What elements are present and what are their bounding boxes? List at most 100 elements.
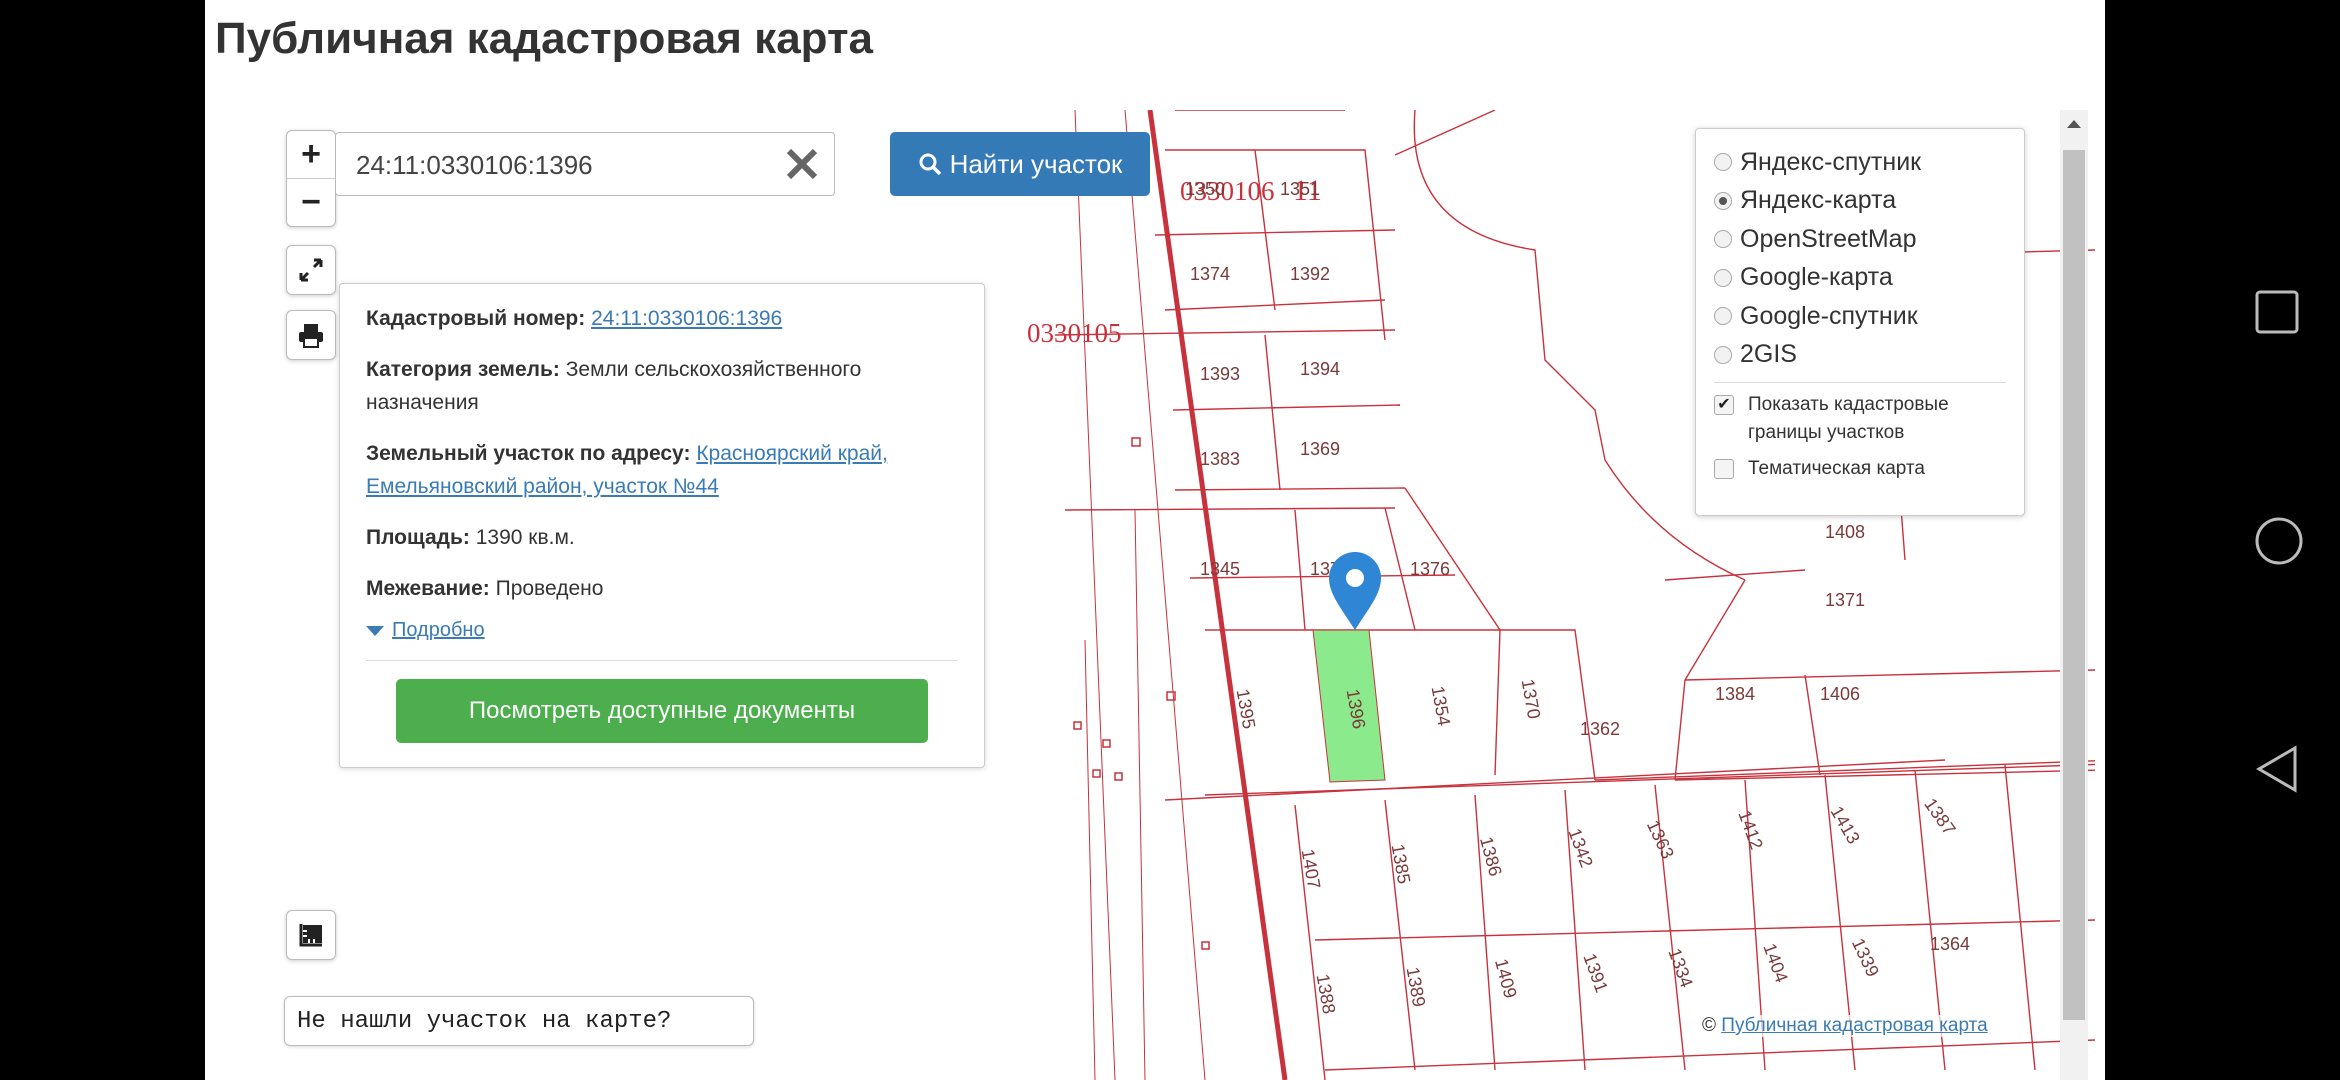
page-content: Публичная кадастровая карта 0330106 11 0…: [205, 0, 2105, 1080]
parcel-label: 1407: [1298, 848, 1325, 891]
zoom-out-button[interactable]: −: [287, 178, 335, 226]
parcel-label: 1363: [1643, 817, 1678, 862]
parcel-not-found-link[interactable]: Не нашли участок на карте?: [284, 996, 754, 1046]
home-icon[interactable]: [2255, 517, 2303, 565]
thematic-map-label: Тематическая карта: [1748, 458, 1925, 479]
basemap-list: Яндекс-спутник Яндекс-карта OpenStreetMap G…: [1714, 143, 2006, 374]
parcel-info-panel: Кадастровый номер: 24:11:0330106:1396 Ка…: [339, 283, 985, 768]
parcel-label: 1394: [1300, 359, 1340, 379]
parcel-label: 1350: [1185, 179, 1225, 199]
parcel-label: 1371: [1825, 590, 1865, 610]
parcel-label: 1389: [1403, 966, 1430, 1009]
parcel-label: 1393: [1200, 364, 1240, 384]
basemap-option-label: Google-спутник: [1740, 301, 1918, 330]
parcel-label: 1369: [1300, 439, 1340, 459]
scrollbar-thumb[interactable]: [2063, 150, 2085, 1020]
view-documents-button[interactable]: Посмотреть доступные документы: [396, 679, 928, 743]
radio-button[interactable]: [1714, 153, 1732, 172]
basemap-option[interactable]: Google-спутник: [1714, 297, 2006, 336]
basemap-option-label: Яндекс-карта: [1740, 186, 1897, 215]
show-borders-checkbox[interactable]: ✔: [1714, 395, 1734, 415]
recent-apps-icon[interactable]: [2255, 290, 2299, 334]
parcel-label: 1385: [1388, 843, 1415, 886]
show-borders-label: Показать кадастровые границы участков: [1748, 394, 1949, 443]
address-row: Земельный участок по адресу: Красноярски…: [366, 437, 958, 503]
details-toggle[interactable]: Подробно: [366, 619, 958, 642]
cadastral-number-row: Кадастровый номер: 24:11:0330106:1396: [366, 302, 958, 335]
radio-button[interactable]: [1714, 345, 1732, 364]
parcel-label: 1392: [1290, 264, 1330, 284]
cadastral-map[interactable]: 0330106 11 0330105 1350 1351 1374 1392 1393 1…: [245, 110, 2095, 1080]
attribution-link[interactable]: Публичная кадастровая карта: [1721, 1015, 1987, 1036]
details-link[interactable]: Подробно: [392, 619, 485, 642]
cadastral-number-input[interactable]: [354, 133, 758, 197]
survey-row: Межевание: Проведено: [366, 572, 958, 605]
area-value: 1390 кв.м.: [475, 526, 575, 549]
show-borders-option[interactable]: ✔ Показать кадастровые границы участков: [1714, 391, 2006, 447]
scroll-up-icon[interactable]: [2067, 120, 2081, 128]
radio-button[interactable]: [1714, 307, 1732, 326]
fullscreen-button[interactable]: [286, 245, 336, 295]
parcel-label: 1334: [1664, 946, 1696, 990]
cadastral-number-link[interactable]: 24:11:0330106:1396: [591, 307, 782, 330]
basemap-layers-panel: Яндекс-спутник Яндекс-карта OpenStreetMap G…: [1695, 128, 2025, 516]
parcel-label: 1412: [1734, 808, 1766, 852]
basemap-option[interactable]: 2GIS: [1714, 336, 2006, 375]
basemap-option-label: 2GIS: [1740, 340, 1797, 369]
radio-button[interactable]: [1714, 230, 1732, 249]
parcel-label: 1383: [1200, 449, 1240, 469]
copyright-symbol: ©: [1702, 1015, 1716, 1036]
cadastral-search-box: [335, 132, 835, 197]
zoom-in-button[interactable]: +: [287, 131, 335, 178]
basemap-option-label: OpenStreetMap: [1740, 224, 1917, 253]
clear-search-icon[interactable]: [782, 143, 822, 185]
parcel-label: 1391: [1579, 951, 1611, 995]
parcel-label: 1364: [1930, 934, 1970, 954]
radio-button[interactable]: [1714, 191, 1732, 210]
survey-label: Межевание:: [366, 577, 490, 600]
layers-divider: [1714, 382, 2006, 383]
survey-value: Проведено: [495, 577, 604, 600]
zoom-control: + −: [286, 130, 336, 227]
parcel-label: 1408: [1825, 522, 1865, 542]
parcel-label: 1339: [1848, 935, 1883, 980]
find-parcel-button[interactable]: Найти участок: [890, 132, 1150, 196]
basemap-option[interactable]: OpenStreetMap: [1714, 220, 2006, 259]
parcel-label: 1376: [1410, 559, 1450, 579]
address-label: Земельный участок по адресу:: [366, 442, 691, 465]
printer-icon: [299, 324, 323, 348]
thematic-map-checkbox[interactable]: [1714, 459, 1734, 479]
basemap-option[interactable]: Яндекс-спутник: [1714, 143, 2006, 182]
parcel-label: 1374: [1190, 264, 1230, 284]
search-icon: [919, 153, 941, 176]
parcel-label: 1354: [1428, 685, 1455, 728]
cadastral-number-label: Кадастровый номер:: [366, 307, 586, 330]
caret-down-icon: [366, 625, 384, 636]
quarter-label-other: 0330105: [1027, 318, 1122, 348]
print-button[interactable]: [286, 310, 336, 360]
parcel-label: 1409: [1491, 957, 1521, 1001]
ruler-icon: [299, 924, 322, 947]
parcel-label: 1406: [1820, 684, 1860, 704]
ruler-button[interactable]: [286, 910, 336, 960]
page-title: Публичная кадастровая карта: [215, 14, 873, 63]
radio-button[interactable]: [1714, 268, 1732, 287]
parcel-label: 1370: [1518, 678, 1545, 721]
area-label: Площадь:: [366, 526, 470, 549]
parcel-label: 1345: [1200, 559, 1240, 579]
map-scrollbar[interactable]: [2060, 110, 2088, 1080]
map-attribution: © Публичная кадастровая карта: [1702, 1015, 1988, 1037]
area-row: Площадь: 1390 кв.м.: [366, 521, 958, 554]
find-parcel-label: Найти участок: [949, 148, 1123, 179]
basemap-option[interactable]: Google-карта: [1714, 259, 2006, 298]
expand-icon: [299, 258, 323, 282]
back-icon[interactable]: [2255, 745, 2299, 793]
parcel-label: 1384: [1715, 684, 1755, 704]
parcel-label: 1351: [1280, 179, 1320, 199]
parcel-label: 1362: [1580, 719, 1620, 739]
parcel-label: 1387: [1920, 794, 1959, 838]
location-marker-icon: [1329, 552, 1381, 630]
thematic-map-option[interactable]: Тематическая карта: [1714, 455, 2006, 483]
basemap-option[interactable]: Яндекс-карта: [1714, 182, 2006, 221]
basemap-option-label: Яндекс-спутник: [1740, 147, 1922, 176]
